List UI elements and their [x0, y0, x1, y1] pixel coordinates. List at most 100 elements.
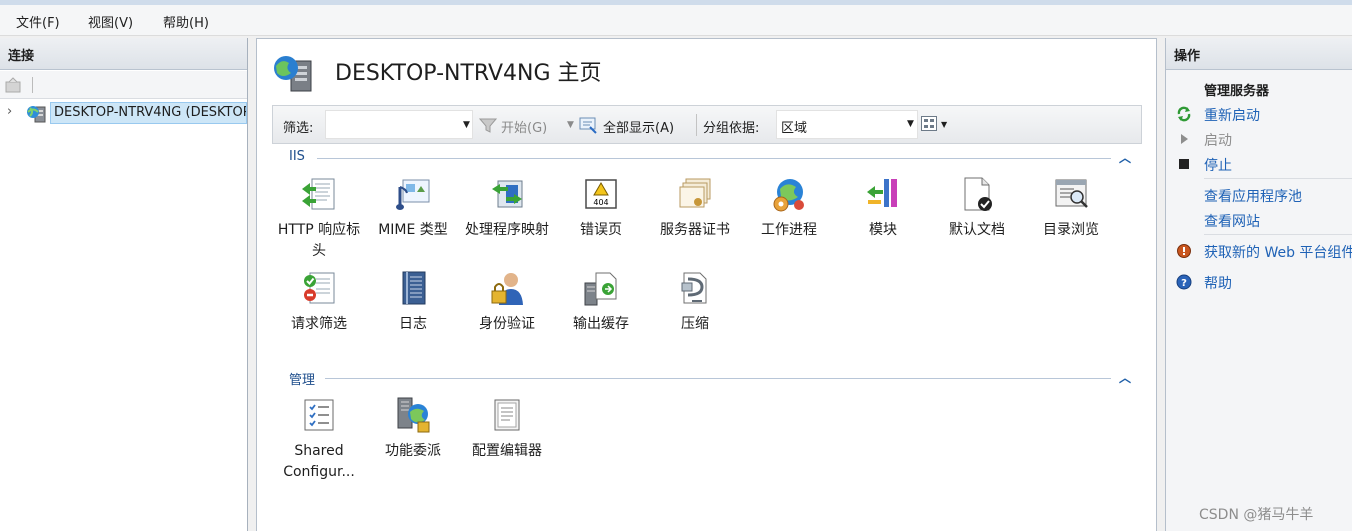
configuration-editor-icon: [494, 399, 520, 431]
group-title-management: 管理: [289, 373, 316, 388]
svg-text:404: 404: [593, 198, 608, 207]
feature-label: 日志: [399, 316, 427, 332]
group-by-label: 分组依据:: [703, 121, 760, 136]
request-filtering-icon: [304, 272, 335, 304]
feature-logging[interactable]: 日志: [366, 269, 460, 335]
feature-label: 请求筛选: [291, 316, 347, 332]
mime-types-icon: [396, 179, 430, 210]
output-caching-icon: [584, 272, 617, 306]
menu-view[interactable]: 视图(V): [88, 12, 133, 31]
feature-delegation[interactable]: 功能委派: [366, 396, 460, 462]
tree-node-server[interactable]: › DESKTOP-NTRV4NG (DESKTOP-NTRV4NG\Admin…: [0, 101, 247, 126]
worker-processes-icon: [773, 179, 804, 212]
view-mode-icon[interactable]: [921, 116, 937, 131]
tree-expand-chevron-icon[interactable]: ›: [7, 104, 12, 119]
action-separator: [1204, 234, 1352, 235]
connections-pane: 连接 › DESKTOP-NTRV4NG (DESKTOP-NTRV4NG\Ad…: [0, 38, 248, 531]
start-dropdown-arrow-icon[interactable]: ▼: [567, 120, 574, 130]
action-label: 帮助: [1204, 276, 1232, 292]
feature-compression[interactable]: 压缩: [648, 269, 742, 335]
feature-modules[interactable]: 模块: [836, 175, 930, 241]
restart-icon: [1177, 106, 1191, 122]
action-label: 查看网站: [1204, 214, 1260, 230]
feature-error-pages[interactable]: 404 错误页: [554, 175, 648, 241]
feature-label: 压缩: [681, 316, 709, 332]
feature-label: 错误页: [580, 222, 622, 238]
server-home-icon: [274, 56, 312, 92]
menu-bar: 文件(F) 视图(V) 帮助(H): [0, 5, 1352, 36]
collapse-management-chevron-icon[interactable]: ︿: [1119, 369, 1131, 386]
action-label: 启动: [1204, 133, 1232, 149]
feature-label: 输出缓存: [573, 316, 629, 332]
feature-delegation-icon: [397, 397, 430, 433]
action-label: 停止: [1204, 158, 1232, 174]
svg-text:?: ?: [1181, 278, 1187, 289]
error-pages-icon: 404: [585, 179, 617, 209]
action-label: 重新启动: [1204, 108, 1260, 124]
group-divider: [317, 158, 1111, 159]
feature-label: 功能委派: [385, 443, 441, 459]
feature-label: 模块: [869, 222, 897, 238]
feature-label: 目录浏览: [1043, 222, 1099, 238]
group-by-select[interactable]: 区域: [776, 110, 918, 139]
show-all-button[interactable]: 全部显示(A): [603, 117, 674, 136]
feature-handler-mappings[interactable]: 处理程序映射: [460, 175, 554, 241]
feature-configuration-editor[interactable]: 配置编辑器: [460, 396, 554, 462]
default-document-icon: [964, 177, 992, 211]
http-response-headers-icon: [302, 178, 335, 210]
feature-label: 处理程序映射: [465, 222, 549, 238]
server-icon: [27, 106, 46, 123]
connections-toolbar: [0, 71, 247, 99]
feature-label: 默认文档: [949, 222, 1005, 238]
actions-header: 操作: [1166, 38, 1352, 70]
action-label: 查看应用程序池: [1204, 189, 1302, 205]
feature-directory-browsing[interactable]: 目录浏览: [1024, 175, 1118, 241]
feature-default-document[interactable]: 默认文档: [930, 175, 1024, 241]
main-content-pane: DESKTOP-NTRV4NG 主页 筛选: ▼ 开始(G) ▼ 全部显示(A)…: [256, 38, 1157, 531]
filter-separator: [696, 114, 697, 136]
toolbar-separator: [32, 77, 33, 93]
feature-label: 服务器证书: [660, 222, 730, 238]
feature-shared-configuration[interactable]: Shared Configur...: [272, 396, 366, 483]
connections-header: 连接: [0, 38, 247, 70]
server-certificates-icon: [679, 178, 711, 208]
group-by-dropdown-arrow-icon[interactable]: ▼: [907, 119, 914, 129]
logging-icon: [402, 271, 426, 305]
feature-label: HTTP 响应标头: [277, 222, 361, 259]
feature-server-certificates[interactable]: 服务器证书: [648, 175, 742, 241]
manage-server-heading: 管理服务器: [1204, 84, 1270, 99]
page-title: DESKTOP-NTRV4NG 主页: [335, 61, 602, 86]
filter-label: 筛选:: [283, 121, 314, 136]
feature-label: 配置编辑器: [472, 443, 542, 459]
handler-mappings-icon: [492, 180, 523, 208]
start-icon: [1181, 134, 1188, 144]
filter-input[interactable]: [325, 110, 473, 139]
web-platform-icon: [1177, 244, 1191, 258]
directory-browsing-icon: [1055, 179, 1088, 208]
feature-label: 身份验证: [479, 316, 535, 332]
watermark: CSDN @猪马牛羊: [1199, 507, 1314, 523]
group-title-iis: IIS: [289, 149, 305, 164]
feature-label: Shared Configur...: [283, 443, 355, 480]
menu-help[interactable]: 帮助(H): [163, 12, 209, 31]
connect-icon[interactable]: [5, 77, 22, 93]
view-mode-dropdown-icon[interactable]: ▼: [941, 120, 947, 129]
compression-icon: [681, 272, 707, 304]
feature-worker-processes[interactable]: 工作进程: [742, 175, 836, 241]
feature-http-response-headers[interactable]: HTTP 响应标头: [272, 175, 366, 262]
start-filter-button[interactable]: 开始(G): [501, 117, 547, 136]
feature-mime-types[interactable]: MIME 类型: [366, 175, 460, 241]
modules-icon: [867, 179, 897, 207]
collapse-iis-chevron-icon[interactable]: ︿: [1119, 149, 1131, 166]
feature-output-caching[interactable]: 输出缓存: [554, 269, 648, 335]
feature-request-filtering[interactable]: 请求筛选: [272, 269, 366, 335]
show-all-icon: [579, 117, 597, 134]
filter-dropdown-arrow-icon[interactable]: ▼: [463, 120, 470, 130]
shared-configuration-icon: [304, 399, 334, 431]
action-separator: [1204, 178, 1352, 179]
menu-file[interactable]: 文件(F): [16, 12, 60, 31]
feature-label: 工作进程: [761, 222, 817, 238]
feature-authentication[interactable]: 身份验证: [460, 269, 554, 335]
actions-pane: 操作 管理服务器 重新启动 启动 停止 查看应用程序池 查看网站 获取新的 We…: [1165, 38, 1352, 531]
tree-node-label[interactable]: DESKTOP-NTRV4NG (DESKTOP-NTRV4NG\Adminis…: [50, 102, 247, 124]
